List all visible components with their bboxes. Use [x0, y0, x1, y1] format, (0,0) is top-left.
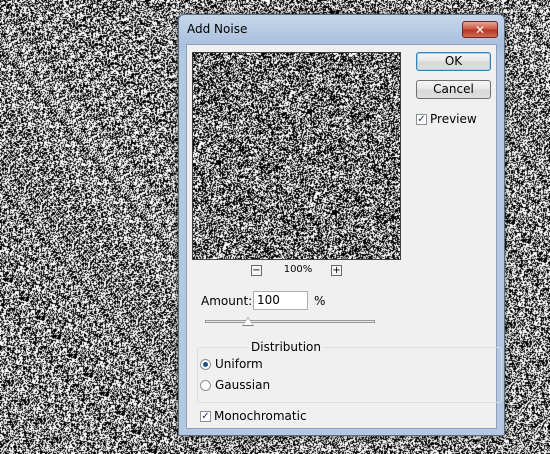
- close-button[interactable]: ✕: [462, 21, 498, 38]
- preview-checkbox[interactable]: ✓: [416, 114, 427, 125]
- amount-unit: %: [314, 294, 326, 308]
- preview-image: [193, 53, 400, 259]
- distribution-legend: Distribution: [248, 340, 325, 354]
- amount-slider-track[interactable]: [205, 320, 375, 323]
- add-noise-dialog: Add Noise ✕ − 100% + OK Cancel ✓ Preview…: [178, 14, 505, 436]
- uniform-label: Uniform: [215, 357, 263, 371]
- zoom-in-button[interactable]: +: [331, 265, 342, 276]
- amount-label: Amount:: [201, 294, 253, 308]
- dialog-title: Add Noise: [187, 22, 248, 36]
- zoom-controls: − 100% +: [251, 264, 351, 278]
- uniform-radio[interactable]: [200, 359, 211, 370]
- checkmark-icon: ✓: [201, 411, 210, 422]
- gaussian-label: Gaussian: [215, 378, 271, 392]
- amount-input[interactable]: 100: [253, 291, 308, 310]
- preview-label: Preview: [430, 112, 477, 126]
- title-bar[interactable]: Add Noise ✕: [179, 15, 504, 43]
- monochromatic-label: Monochromatic: [214, 409, 307, 423]
- amount-slider-thumb[interactable]: [241, 317, 254, 326]
- checkmark-icon: ✓: [417, 114, 426, 125]
- preview-pane[interactable]: [192, 52, 401, 260]
- zoom-out-button[interactable]: −: [251, 265, 262, 276]
- monochromatic-checkbox[interactable]: ✓: [200, 411, 211, 422]
- dialog-body: − 100% + OK Cancel ✓ Preview Amount: 100…: [186, 44, 502, 429]
- distribution-group: Distribution: [197, 340, 502, 403]
- cancel-button[interactable]: Cancel: [416, 80, 491, 99]
- gaussian-radio[interactable]: [200, 380, 211, 391]
- ok-button[interactable]: OK: [416, 52, 491, 71]
- zoom-level: 100%: [283, 264, 313, 275]
